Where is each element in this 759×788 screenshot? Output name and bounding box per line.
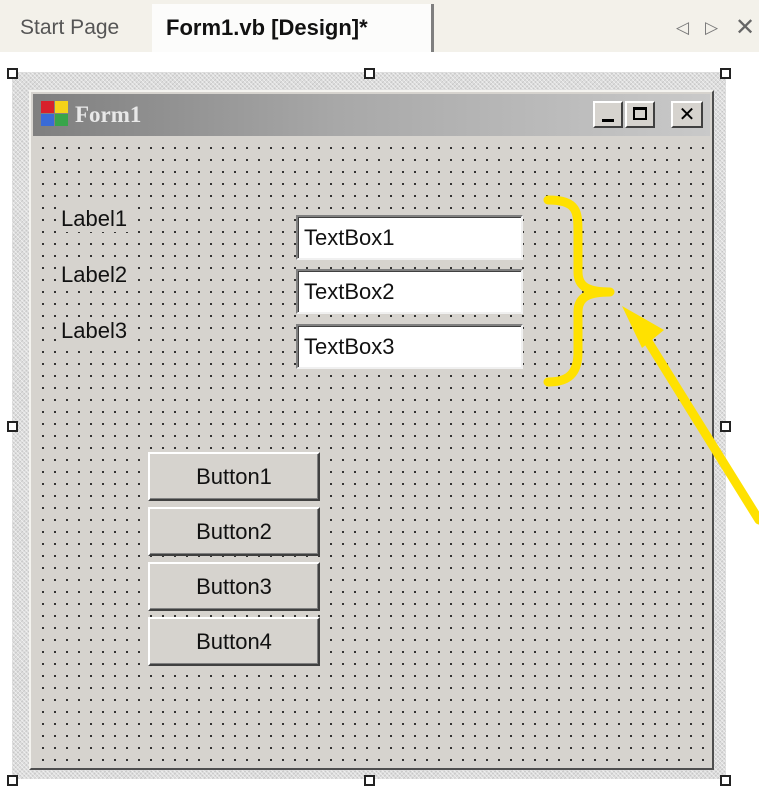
form-title: Form1 [75, 102, 142, 127]
resize-handle-top-right[interactable] [720, 68, 731, 79]
document-tab-strip: Start Page Form1.vb [Design]* ◁ ▷ ✕ [0, 0, 759, 52]
maximize-icon [633, 107, 647, 120]
resize-handle-left[interactable] [7, 421, 18, 432]
button4[interactable]: Button4 [148, 617, 320, 666]
form-window[interactable]: Form1 ✕ Label1 Label2 Label3 TextBox1 Te… [29, 90, 714, 770]
scroll-right-icon[interactable]: ▷ [705, 6, 718, 50]
maximize-button[interactable] [625, 101, 655, 128]
resize-handle-bottom-left[interactable] [7, 775, 18, 786]
textbox1[interactable]: TextBox1 [296, 215, 523, 260]
button3[interactable]: Button3 [148, 562, 320, 611]
textbox2[interactable]: TextBox2 [296, 269, 523, 314]
form-title-bar[interactable]: Form1 ✕ [33, 94, 710, 136]
scroll-left-icon[interactable]: ◁ [676, 6, 689, 50]
minimize-icon [602, 119, 614, 122]
label2[interactable]: Label2 [59, 262, 130, 288]
form-client-area[interactable]: Label1 Label2 Label3 TextBox1 TextBox2 T… [33, 138, 710, 768]
close-icon: ✕ [678, 102, 696, 126]
resize-handle-right[interactable] [720, 421, 731, 432]
close-button[interactable]: ✕ [671, 101, 703, 128]
tab-start-page[interactable]: Start Page [20, 6, 119, 50]
button2[interactable]: Button2 [148, 507, 320, 556]
label3[interactable]: Label3 [59, 318, 130, 344]
textbox3[interactable]: TextBox3 [296, 324, 523, 369]
tab-form1-design[interactable]: Form1.vb [Design]* [152, 4, 434, 52]
resize-handle-top[interactable] [364, 68, 375, 79]
resize-handle-bottom[interactable] [364, 775, 375, 786]
resize-handle-top-left[interactable] [7, 68, 18, 79]
resize-handle-bottom-right[interactable] [720, 775, 731, 786]
form-app-icon [41, 101, 71, 129]
minimize-button[interactable] [593, 101, 623, 128]
button1[interactable]: Button1 [148, 452, 320, 501]
label1[interactable]: Label1 [59, 206, 130, 232]
close-tab-icon[interactable]: ✕ [735, 6, 755, 50]
